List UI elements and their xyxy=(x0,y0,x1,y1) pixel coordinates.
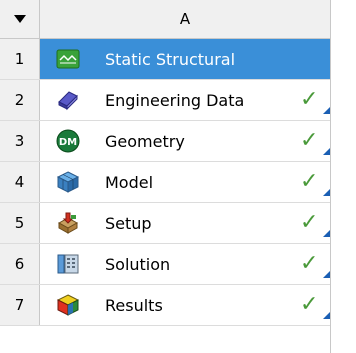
row-label: Engineering Data xyxy=(105,90,245,110)
status-check-icon: ✓ xyxy=(300,128,319,153)
engineering-data-icon xyxy=(58,91,78,111)
status-check-icon: ✓ xyxy=(300,169,319,194)
row-label: Geometry xyxy=(105,131,185,151)
update-indicator-icon xyxy=(323,271,330,278)
row-label: Results xyxy=(105,295,163,315)
status-check-icon: ✓ xyxy=(300,87,319,112)
row-label: Solution xyxy=(105,254,171,274)
table-row-static-structural[interactable]: 1 Static Structural xyxy=(0,39,330,80)
table-row-results[interactable]: 7 Results ✓ xyxy=(0,285,330,326)
table-row-setup[interactable]: 5 Setup ✓ xyxy=(0,203,330,244)
row-cell[interactable] xyxy=(40,121,330,161)
table-row-solution[interactable]: 6 Solution ✓ xyxy=(0,244,330,285)
row-cell[interactable] xyxy=(40,203,330,243)
model-icon xyxy=(56,171,80,193)
update-indicator-icon xyxy=(323,230,330,237)
table-header: A xyxy=(0,0,330,39)
update-indicator-icon xyxy=(323,148,330,155)
row-label: Setup xyxy=(105,213,152,233)
row-cell[interactable] xyxy=(40,285,330,325)
row-number: 4 xyxy=(0,162,40,202)
table-row-model[interactable]: 4 Model ✓ xyxy=(0,162,330,203)
setup-icon xyxy=(57,212,79,234)
results-icon xyxy=(56,294,80,316)
analysis-system-table: A 1 Static Structural 2 Engineering Data… xyxy=(0,0,356,353)
row-number: 3 xyxy=(0,121,40,161)
row-number: 1 xyxy=(0,39,40,79)
row-number: 2 xyxy=(0,80,40,120)
row-number: 6 xyxy=(0,244,40,284)
update-indicator-icon xyxy=(323,189,330,196)
table-row-engineering-data[interactable]: 2 Engineering Data ✓ xyxy=(0,80,330,121)
table-row-geometry[interactable]: 3 DM Geometry ✓ xyxy=(0,121,330,162)
static-structural-icon xyxy=(56,49,80,69)
svg-text:DM: DM xyxy=(59,137,77,148)
collapse-toggle[interactable] xyxy=(0,0,40,38)
update-indicator-icon xyxy=(323,312,330,319)
row-number: 5 xyxy=(0,203,40,243)
row-cell[interactable] xyxy=(40,244,330,284)
status-check-icon: ✓ xyxy=(300,251,319,276)
chevron-down-icon xyxy=(13,15,26,23)
row-label: Static Structural xyxy=(105,49,236,69)
status-check-icon: ✓ xyxy=(300,292,319,317)
update-indicator-icon xyxy=(323,107,330,114)
row-cell[interactable] xyxy=(40,162,330,202)
geometry-dm-icon: DM xyxy=(56,129,80,153)
row-number: 7 xyxy=(0,285,40,325)
column-header-a: A xyxy=(179,10,191,28)
column-divider xyxy=(330,0,331,353)
row-label: Model xyxy=(105,172,154,192)
solution-icon xyxy=(57,254,79,274)
status-check-icon: ✓ xyxy=(300,210,319,235)
